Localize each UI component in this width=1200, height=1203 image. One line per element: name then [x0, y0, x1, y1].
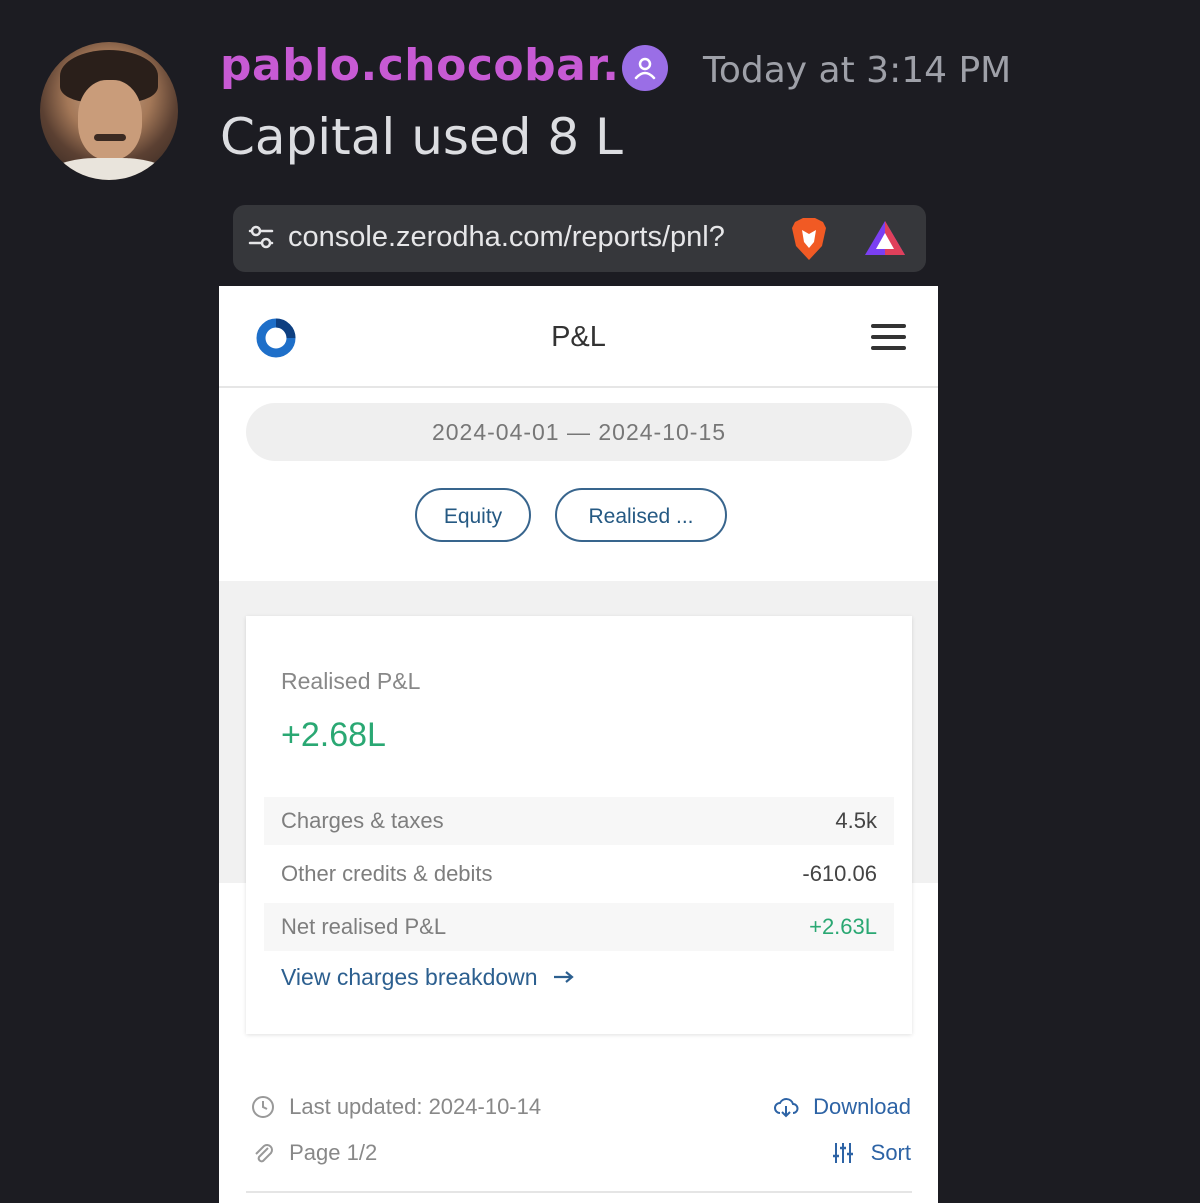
- cloud-download-icon: [774, 1098, 799, 1118]
- download-label: Download: [813, 1094, 911, 1119]
- summary-row: Charges & taxes 4.5k: [264, 797, 894, 845]
- browser-address-bar[interactable]: console.zerodha.com/reports/pnl?: [233, 205, 926, 272]
- sort-label: Sort: [870, 1140, 911, 1165]
- message-text: Capital used 8 L: [220, 108, 623, 166]
- user-avatar[interactable]: [40, 42, 178, 180]
- pnl-type-filter-chip[interactable]: Realised ...: [555, 488, 727, 542]
- row-value: 4.5k: [835, 808, 877, 833]
- summary-row: Net realised P&L +2.63L: [264, 903, 894, 951]
- site-settings-icon[interactable]: [247, 223, 275, 255]
- page-indicator-text: Page 1/2: [289, 1140, 378, 1165]
- realised-pnl-value: +2.68L: [281, 716, 386, 754]
- download-button[interactable]: Download: [773, 1094, 911, 1120]
- row-value: -610.06: [802, 861, 877, 886]
- page-title: P&L: [551, 321, 606, 353]
- clock-icon: [252, 1096, 274, 1118]
- row-value: +2.63L: [809, 914, 877, 939]
- last-updated-text: Last updated: 2024-10-14: [289, 1094, 542, 1119]
- row-label: Charges & taxes: [281, 808, 444, 833]
- last-updated: Last updated: 2024-10-14: [251, 1094, 541, 1120]
- row-label: Other credits & debits: [281, 861, 493, 886]
- role-badge-icon[interactable]: [622, 45, 668, 91]
- summary-row: Other credits & debits -610.06: [264, 850, 894, 898]
- avatar-face: [78, 80, 142, 160]
- view-charges-breakdown-link[interactable]: View charges breakdown: [281, 964, 576, 991]
- app-screenshot: P&L 2024-04-01 — 2024-10-15 Equity Reali…: [219, 286, 938, 1203]
- hamburger-menu-icon[interactable]: [871, 322, 907, 357]
- brave-shield-icon[interactable]: [789, 216, 829, 266]
- message-timestamp: Today at 3:14 PM: [703, 50, 1012, 91]
- sliders-icon: [832, 1143, 853, 1163]
- date-range-picker[interactable]: 2024-04-01 — 2024-10-15: [246, 403, 912, 461]
- browser-url[interactable]: console.zerodha.com/reports/pnl?: [288, 221, 725, 254]
- page-indicator: Page 1/2: [251, 1140, 377, 1166]
- avatar-shirt: [50, 158, 168, 180]
- footer-divider: [246, 1191, 912, 1193]
- app-header: P&L: [219, 286, 938, 388]
- arrow-right-icon: [553, 971, 574, 983]
- message-username[interactable]: pablo.chocobar.: [220, 40, 619, 91]
- pnl-summary-card: Realised P&L +2.68L Charges & taxes 4.5k…: [246, 616, 912, 1034]
- brave-rewards-icon[interactable]: [863, 219, 907, 261]
- sort-button[interactable]: Sort: [831, 1140, 911, 1166]
- paperclip-icon: [255, 1144, 273, 1163]
- avatar-mustache: [94, 134, 126, 141]
- row-label: Net realised P&L: [281, 914, 447, 939]
- segment-filter-chip[interactable]: Equity: [415, 488, 531, 542]
- link-label: View charges breakdown: [281, 964, 538, 990]
- realised-pnl-label: Realised P&L: [281, 668, 421, 694]
